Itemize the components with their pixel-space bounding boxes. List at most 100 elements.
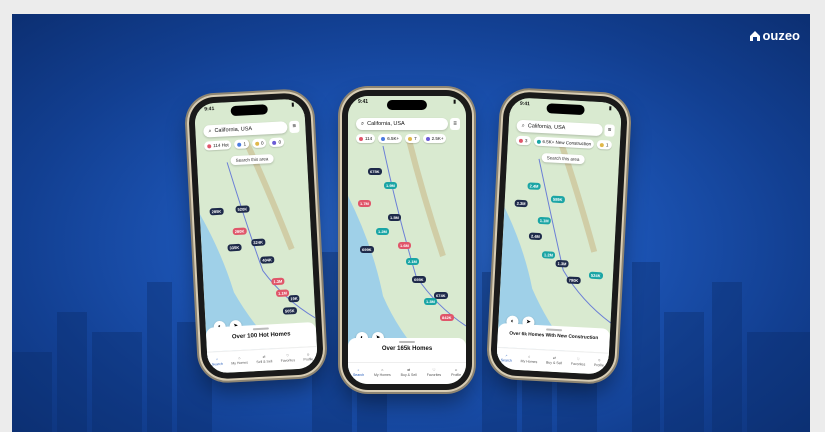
map-pin[interactable]: 520K: [235, 205, 250, 214]
chip-hot[interactable]: 114: [356, 134, 376, 143]
chip-label: 114: [365, 136, 373, 141]
sheet-handle[interactable]: [546, 328, 563, 332]
promo-banner: ouzeo 9:41 ▮ ⌕ California, USA ≡ 114 Hot 1…: [12, 14, 810, 432]
map-pin[interactable]: 2.4M: [527, 182, 541, 190]
map-pin[interactable]: 1.1M: [537, 216, 551, 225]
map-pin[interactable]: 589K: [550, 195, 565, 204]
tab-favorites[interactable]: ♡ Favorites: [571, 356, 586, 366]
filter-chips: 114 6.5K+ 7 2.5K+: [356, 134, 460, 143]
map-pin[interactable]: 404K: [260, 256, 275, 264]
tab-label: Sell & Sell: [256, 358, 273, 364]
chip-hot[interactable]: 3: [515, 135, 531, 146]
tab-favorites[interactable]: ♡ Favorites: [280, 352, 296, 363]
bottom-tab-bar: ⌕ Search ⌂ My Homes ⇄ Buy & Sell ♡ Favorites…: [348, 362, 466, 384]
map-pin[interactable]: 695K: [412, 276, 426, 283]
tab-buy-sell[interactable]: ⇄ Buy & Sell: [546, 355, 563, 364]
map-pin[interactable]: 2.3M: [514, 199, 528, 208]
status-time: 9:41: [204, 106, 215, 113]
brand-logo: ouzeo: [749, 28, 800, 43]
map-pin[interactable]: 1.9M: [384, 182, 397, 189]
tab-label: Favorites: [280, 357, 296, 363]
map-pin[interactable]: 1.7M: [358, 200, 371, 207]
tab-profile[interactable]: ☺ Profile: [451, 368, 461, 377]
map-pin[interactable]: 524K: [588, 271, 603, 280]
chip-open-house[interactable]: 0: [251, 138, 267, 149]
battery-icon: ▮: [608, 105, 612, 112]
sheet-caption: Over 165k Homes: [381, 346, 433, 352]
chip-hot[interactable]: 114 Hot: [203, 140, 232, 151]
search-icon: ⌕: [208, 127, 212, 134]
calendar-icon: [599, 142, 605, 147]
map-pin[interactable]: 505K: [282, 306, 297, 315]
phone-screen: 9:41 ▮ ⌕ California, USA ≡ 3 6.5K+ New Con…: [495, 97, 623, 375]
map-pin[interactable]: 1.3M: [271, 277, 285, 286]
tab-favorites[interactable]: ♡ Favorites: [427, 368, 441, 377]
map-pin[interactable]: 1.3M: [424, 298, 437, 305]
search-text: California, USA: [214, 126, 253, 135]
house-icon: [750, 30, 761, 41]
chip-label: 6.5K+: [387, 136, 400, 141]
tab-buy-sell[interactable]: ⇄ Sell & Sell: [256, 354, 273, 364]
location-search-input[interactable]: ⌕ California, USA: [356, 118, 448, 130]
tab-my-homes[interactable]: ⌂ My Homes: [521, 354, 538, 363]
filter-button[interactable]: ≡: [289, 120, 300, 134]
dynamic-island: [546, 103, 585, 116]
tab-my-homes[interactable]: ⌂ My Homes: [374, 368, 391, 377]
map-pin[interactable]: 285K: [209, 207, 224, 216]
tab-profile[interactable]: ☺ Profile: [303, 351, 314, 362]
chip-new[interactable]: 2.5K+: [422, 134, 447, 143]
map-pin[interactable]: 1.1M: [275, 289, 290, 298]
chip-label: 1: [243, 141, 247, 147]
chip-label: 0: [278, 139, 282, 145]
search-icon: ⌕: [361, 120, 365, 127]
tag-icon: [381, 136, 386, 141]
chip-price-cut[interactable]: 1: [234, 139, 250, 149]
tab-profile[interactable]: ☺ Profile: [594, 358, 604, 367]
sheet-handle[interactable]: [399, 341, 415, 343]
map-pin[interactable]: 790K: [566, 276, 581, 285]
tag-icon: [237, 142, 242, 147]
chip-open-house[interactable]: 1: [596, 139, 612, 150]
search-icon: ⌕: [505, 352, 508, 357]
chip-price-cut[interactable]: 6.5K+: [378, 134, 403, 143]
map-pin[interactable]: 699K: [360, 246, 374, 253]
map-pin[interactable]: 675K: [368, 168, 382, 175]
phone-screen: 9:41 ▮ ⌕ California, USA ≡ 114 6.5K+ 7 2.5…: [348, 96, 466, 384]
tab-search[interactable]: ⌕ Search: [211, 356, 223, 366]
sheet-handle[interactable]: [252, 327, 269, 331]
tab-search[interactable]: ⌕ Search: [353, 368, 364, 377]
map-pin[interactable]: 842K: [440, 314, 454, 321]
dynamic-island: [386, 100, 428, 110]
chip-new[interactable]: 0: [269, 137, 285, 148]
map-pin[interactable]: 1.2M: [376, 228, 389, 235]
chip-open-house[interactable]: 7: [405, 134, 420, 143]
map-pin[interactable]: 1.5M: [388, 214, 401, 221]
tab-search[interactable]: ⌕ Search: [501, 352, 513, 362]
tab-my-homes[interactable]: ⌂ My Homes: [231, 355, 248, 364]
user-icon: ☺: [306, 351, 310, 357]
map-pin[interactable]: 2.4M: [528, 232, 543, 241]
map-pin[interactable]: 280K: [232, 227, 247, 236]
tab-label: Search: [211, 361, 224, 366]
map-pin[interactable]: 2.1M: [406, 258, 419, 265]
flame-icon: [359, 136, 363, 141]
map-pin[interactable]: 1.3M: [555, 259, 569, 268]
phone-all-homes: 9:41 ▮ ⌕ California, USA ≡ 114 6.5K+ 7 2.5…: [342, 90, 472, 390]
results-sheet[interactable]: Over 165k Homes: [348, 338, 466, 362]
heart-icon: ♡: [576, 356, 581, 361]
tab-label: Profile: [303, 356, 314, 362]
filter-button[interactable]: ≡: [450, 118, 460, 130]
chip-label: 6.5K+ New Construction: [542, 139, 592, 147]
map-pin[interactable]: 324K: [251, 238, 266, 247]
heart-icon: ♡: [285, 352, 290, 358]
map-pin[interactable]: 1.6M: [398, 242, 411, 249]
dynamic-island: [230, 104, 269, 117]
chip-label: 114 Hot: [213, 142, 229, 149]
map-pin[interactable]: 335K: [227, 243, 242, 252]
map-pin[interactable]: 1.2M: [541, 251, 556, 259]
flame-icon: [518, 138, 524, 143]
tab-buy-sell[interactable]: ⇄ Buy & Sell: [401, 368, 417, 377]
filter-button[interactable]: ≡: [604, 124, 615, 137]
map-pin[interactable]: 19K: [288, 294, 300, 303]
tab-label: Favorites: [570, 361, 586, 367]
